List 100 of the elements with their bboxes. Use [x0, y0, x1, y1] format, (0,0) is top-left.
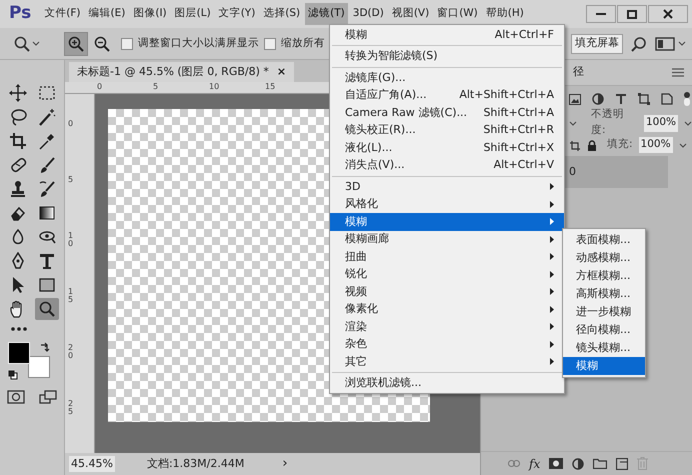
minimize-icon [596, 12, 606, 16]
menu-item[interactable]: 自适应广角(A)... Alt+Shift+Ctrl+A [330, 86, 564, 104]
lock-icon[interactable] [587, 140, 597, 150]
swap-colors-icon[interactable] [40, 342, 50, 352]
menu-item[interactable]: 镜头模糊... [563, 339, 645, 357]
layer-name[interactable]: 0 [569, 164, 576, 180]
checkbox-label: 调整窗口大小以满屏显示 [138, 36, 259, 51]
menu-item[interactable]: 滤镜(T) [305, 3, 348, 25]
type-filter-icon[interactable] [615, 93, 627, 105]
menu-item[interactable]: 模糊 [563, 357, 645, 375]
document-size-info: 文档:1.83M/2.44M [146, 456, 244, 472]
search-icon[interactable] [631, 36, 647, 52]
panel-menu-icon[interactable] [672, 68, 684, 77]
folder-icon[interactable] [593, 458, 608, 469]
submenu-arrow-icon [550, 323, 554, 330]
ruler-label: 15 [265, 81, 276, 93]
menu-item[interactable]: 图层(L) [172, 3, 214, 25]
submenu-item[interactable]: 杂色 [330, 336, 564, 353]
submenu-item[interactable]: 模糊 [330, 213, 564, 230]
submenu-item[interactable]: 渲染 [330, 318, 564, 336]
restore-icon [627, 10, 637, 18]
new-layer-icon[interactable] [616, 458, 628, 470]
submenu-item[interactable]: 像素化 [330, 300, 564, 318]
menu-item[interactable]: 转换为智能滤镜(S) [330, 48, 564, 65]
zoom-tool-icon[interactable] [34, 298, 58, 320]
checkbox-label: 缩放所有 [281, 36, 325, 51]
ruler-label: 0 [68, 120, 74, 128]
menu-item[interactable]: 模糊 Alt+Ctrl+F [330, 26, 564, 44]
restore-button[interactable] [617, 5, 647, 23]
submenu-item[interactable]: 其它 [330, 353, 564, 370]
default-colors-icon[interactable] [8, 370, 18, 380]
ruler-label: 10 [209, 81, 220, 93]
opacity-label: 不透明度: [591, 107, 625, 138]
ruler-label: 1 5 [68, 288, 74, 304]
workspace-icon[interactable] [655, 36, 686, 52]
menu-item[interactable]: 高斯模糊... [563, 285, 645, 303]
fill-field[interactable]: 100% [638, 137, 673, 153]
ruler-label: 1 0 [68, 232, 74, 248]
zoom-level-field[interactable]: 45.45% [69, 456, 115, 472]
submenu-arrow-icon [550, 358, 554, 366]
opacity-caret-icon[interactable] [684, 120, 692, 126]
mask-icon[interactable] [549, 458, 564, 469]
submenu-item[interactable]: 扭曲 [330, 248, 564, 266]
submenu-item[interactable]: 锐化 [330, 266, 564, 283]
submenu-arrow-icon [550, 270, 554, 278]
menu-item[interactable]: 视图(V) [388, 3, 432, 25]
submenu-item[interactable]: 风格化 [330, 196, 564, 213]
fill-screen-button[interactable]: 填充屏幕 [571, 34, 623, 54]
menu-item[interactable]: 浏览联机滤镜... [330, 374, 564, 392]
document-tab[interactable]: 未标题-1 @ 45.5% (图层 0, RGB/8) * × [69, 62, 294, 82]
smart-object-filter-icon[interactable] [661, 93, 673, 105]
menu-item[interactable]: 文件(F) [41, 3, 84, 25]
checkbox[interactable] [121, 38, 133, 50]
app-logo: Ps [8, 2, 32, 26]
fill-caret-icon[interactable] [678, 142, 687, 148]
submenu-arrow-icon [550, 218, 554, 226]
menu-item[interactable]: 镜头校正(R)... Shift+Ctrl+R [330, 122, 564, 139]
lock-artboard-icon[interactable] [569, 140, 581, 150]
screen-mode-icon[interactable] [39, 390, 57, 404]
adjustment-layer-icon[interactable] [572, 458, 584, 470]
close-button[interactable] [648, 5, 688, 23]
foreground-color-swatch[interactable] [8, 342, 30, 364]
adjustment-filter-icon[interactable] [592, 93, 604, 105]
menu-item[interactable]: 编辑(E) [86, 3, 128, 25]
menu-item[interactable]: 3D(D) [350, 3, 387, 25]
more-tools-icon[interactable] [9, 324, 29, 334]
minimize-button[interactable] [586, 5, 616, 23]
submenu-item[interactable]: 模糊画廊 [330, 230, 564, 248]
menu-item[interactable]: 进一步模糊 [563, 303, 645, 321]
background-color-swatch[interactable] [28, 356, 50, 378]
quick-mask-icon[interactable] [7, 390, 25, 404]
zoom-in-icon[interactable] [64, 32, 88, 56]
submenu-arrow-icon [550, 253, 554, 260]
submenu-arrow-icon [550, 183, 554, 190]
submenu-item[interactable]: 视频 [330, 283, 564, 300]
menu-item[interactable]: 窗口(W) [434, 3, 481, 25]
menu-item[interactable]: 选择(S) [260, 3, 304, 25]
menu-item[interactable]: 径向模糊... [563, 321, 645, 339]
checkbox[interactable] [264, 38, 276, 50]
submenu-arrow-icon [550, 200, 554, 208]
shape-filter-icon[interactable] [638, 93, 650, 105]
menu-item[interactable]: 滤镜库(G)... [330, 69, 564, 86]
menu-item[interactable]: 液化(L)... Shift+Ctrl+X [330, 139, 564, 156]
menu-item[interactable]: 帮助(H) [482, 3, 527, 25]
menu-item[interactable]: 动感模糊... [563, 249, 645, 267]
menu-item[interactable]: 图像(I) [130, 3, 170, 25]
menu-item[interactable]: 文字(Y) [216, 3, 258, 25]
status-menu-arrow[interactable]: › [282, 454, 288, 474]
layer-style-button[interactable]: fx [529, 454, 540, 472]
paths-tab[interactable]: 径 [573, 64, 584, 81]
opacity-field[interactable]: 100% [644, 115, 678, 131]
image-filter-icon[interactable] [569, 94, 581, 104]
dropdown-caret-icon[interactable] [569, 120, 577, 126]
document-tab-title[interactable]: 未标题-1 @ 45.5% (图层 0, RGB/8) * [77, 64, 269, 80]
menu-item[interactable]: 方框模糊... [563, 267, 645, 285]
filter-toggle-icon[interactable] [684, 92, 690, 106]
submenu-arrow-icon [550, 288, 554, 296]
menu-item[interactable]: Camera Raw 滤镜(C)... Shift+Ctrl+A [330, 104, 564, 122]
close-tab-button[interactable]: × [276, 64, 286, 80]
menu-item[interactable]: 表面模糊... [563, 231, 645, 249]
